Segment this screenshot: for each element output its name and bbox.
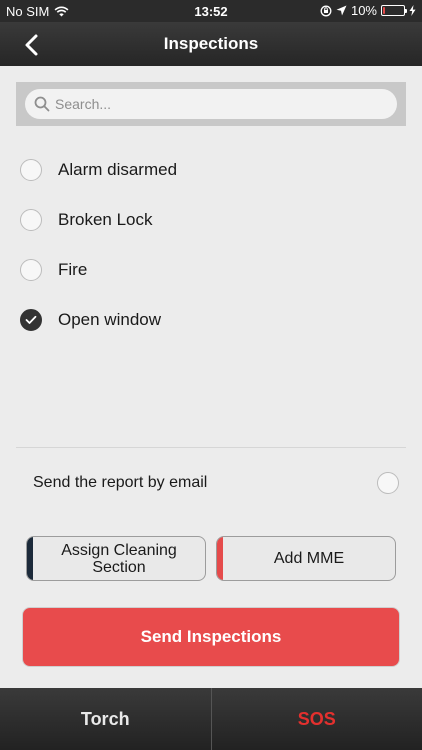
rotation-lock-icon [320,5,332,16]
radio-unchecked-icon[interactable] [20,159,42,181]
battery-percent: 10% [350,3,377,18]
add-mme-button[interactable]: Add MME [216,536,396,581]
status-bar: No SIM 13:52 10% [0,0,422,22]
search-field[interactable] [25,89,397,119]
radio-unchecked-icon[interactable] [20,209,42,231]
search-input[interactable] [55,89,385,119]
option-label: Fire [58,260,88,279]
search-bar [16,82,406,126]
send-inspections-button[interactable]: Send Inspections [22,607,400,667]
bottom-tab-bar: Torch SOS [0,688,422,750]
battery-icon [381,5,407,16]
location-arrow-icon [336,5,347,16]
assign-button-label: Assign Cleaning Section [61,541,177,576]
charging-bolt-icon [409,5,416,16]
assign-cleaning-section-button[interactable]: Assign Cleaning Section [26,536,206,581]
radio-unchecked-icon[interactable] [20,259,42,281]
tab-torch[interactable]: Torch [0,688,212,750]
divider [16,447,406,448]
radio-checked-icon[interactable] [20,309,42,331]
battery-fill [383,7,385,14]
option-alarm-disarmed[interactable]: Alarm disarmed [20,157,177,183]
search-icon [34,96,50,112]
button-accent-stripe [217,537,223,580]
option-open-window[interactable]: Open window [20,307,161,333]
email-report-radio[interactable] [377,472,399,494]
option-label: Broken Lock [58,210,153,229]
email-report-label: Send the report by email [33,474,208,491]
status-right: 10% [320,3,416,18]
add-mme-label: Add MME [273,550,345,567]
checkmark-icon [25,315,37,324]
email-report-row[interactable]: Send the report by email [33,472,399,496]
option-broken-lock[interactable]: Broken Lock [20,207,153,233]
option-fire[interactable]: Fire [20,257,87,283]
page-title: Inspections [163,34,259,53]
tab-sos[interactable]: SOS [212,688,422,750]
option-label: Alarm disarmed [58,160,178,179]
nav-bar: Inspections [0,22,422,66]
option-label: Open window [58,310,162,329]
